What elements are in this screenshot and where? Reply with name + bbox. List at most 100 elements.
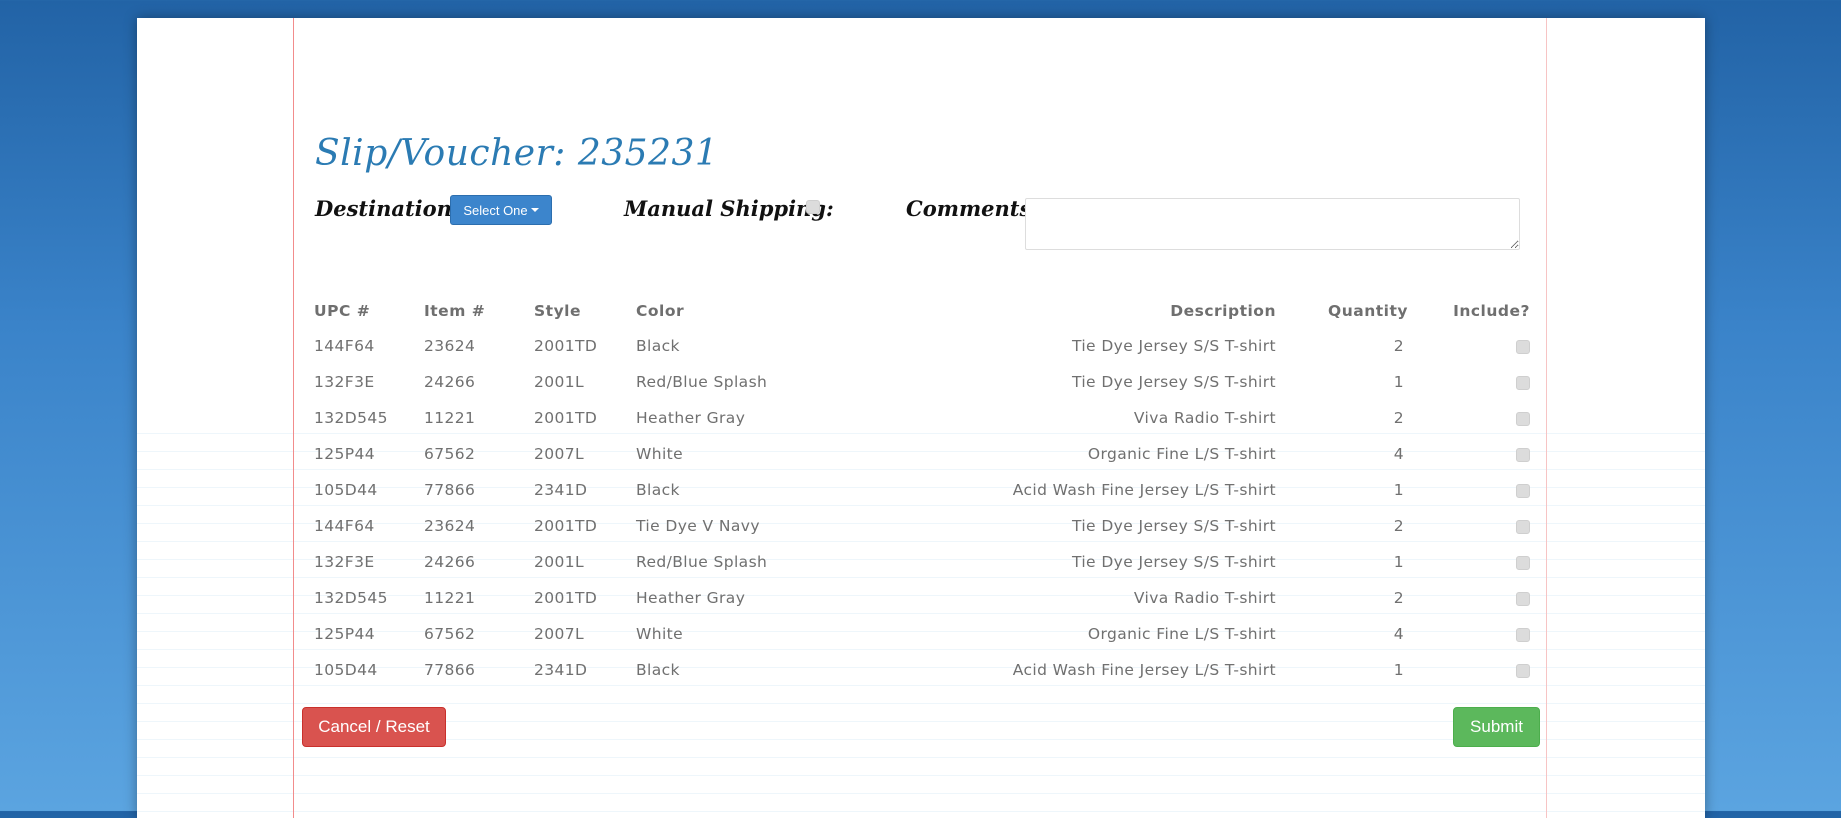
column-header-color: Color: [636, 302, 685, 320]
table-row: 144F64 23624 2001TD Tie Dye V Navy Tie Dye J…: [308, 508, 1536, 544]
cell-description: Viva Radio T-shirt: [1133, 589, 1276, 607]
cell-description: Acid Wash Fine Jersey L/S T-shirt: [1012, 661, 1276, 679]
cell-color: Heather Gray: [636, 409, 746, 427]
manual-shipping-label: Manual Shipping:: [624, 196, 834, 221]
cell-item: 11221: [424, 589, 476, 607]
cell-color: White: [636, 445, 684, 463]
column-header-description: Description: [1170, 302, 1276, 320]
table-row: 105D44 77866 2341D Black Acid Wash Fine Jers…: [308, 472, 1536, 508]
cell-style: 2007L: [534, 445, 585, 463]
cell-description: Viva Radio T-shirt: [1133, 409, 1276, 427]
cell-color: Red/Blue Splash: [636, 373, 768, 391]
cell-item: 67562: [424, 625, 476, 643]
cell-style: 2001TD: [534, 517, 598, 535]
cell-style: 2001L: [534, 553, 585, 571]
cancel-reset-button[interactable]: Cancel / Reset: [302, 707, 446, 747]
cell-item: 11221: [424, 409, 476, 427]
cell-quantity: 4: [1393, 625, 1404, 643]
cell-color: Black: [636, 661, 680, 679]
cell-upc: 144F64: [314, 517, 375, 535]
include-checkbox[interactable]: [1516, 519, 1530, 534]
cell-color: Tie Dye V Navy: [636, 517, 760, 535]
cell-upc: 105D44: [314, 661, 378, 679]
cell-style: 2001TD: [534, 337, 598, 355]
include-checkbox[interactable]: [1516, 483, 1530, 498]
cell-upc: 125P44: [314, 445, 376, 463]
include-checkbox[interactable]: [1516, 375, 1530, 390]
cell-item: 24266: [424, 373, 476, 391]
cell-quantity: 1: [1393, 373, 1404, 391]
cell-quantity: 2: [1393, 409, 1404, 427]
include-checkbox[interactable]: [1516, 555, 1530, 570]
cell-style: 2007L: [534, 625, 585, 643]
cell-description: Organic Fine L/S T-shirt: [1087, 445, 1276, 463]
cell-item: 77866: [424, 481, 476, 499]
destination-select[interactable]: Select One: [450, 195, 552, 225]
cell-style: 2341D: [534, 661, 588, 679]
cell-style: 2001L: [534, 373, 585, 391]
cell-upc: 105D44: [314, 481, 378, 499]
cell-style: 2341D: [534, 481, 588, 499]
comments-field[interactable]: [1025, 198, 1520, 250]
cell-include: [1414, 436, 1536, 472]
cell-upc: 132F3E: [314, 553, 375, 571]
cell-item: 67562: [424, 445, 476, 463]
cell-include: [1414, 508, 1536, 544]
cell-quantity: 4: [1393, 445, 1404, 463]
include-checkbox[interactable]: [1516, 591, 1530, 606]
cell-quantity: 1: [1393, 661, 1404, 679]
cell-include: [1414, 328, 1536, 364]
cell-description: Tie Dye Jersey S/S T-shirt: [1071, 373, 1276, 391]
cell-style: 2001TD: [534, 589, 598, 607]
include-checkbox[interactable]: [1516, 339, 1530, 354]
manual-shipping-checkbox[interactable]: [806, 200, 820, 214]
cell-quantity: 2: [1393, 589, 1404, 607]
table-row: 132F3E 24266 2001L Red/Blue Splash Tie Dye J…: [308, 544, 1536, 580]
column-header-include: Include?: [1453, 302, 1530, 320]
cell-include: [1414, 616, 1536, 652]
include-checkbox[interactable]: [1516, 447, 1530, 462]
table-row: 105D44 77866 2341D Black Acid Wash Fine Jers…: [308, 652, 1536, 688]
table-row: 144F64 23624 2001TD Black Tie Dye Jersey S/S…: [308, 328, 1536, 364]
submit-button[interactable]: Submit: [1453, 707, 1540, 747]
cell-quantity: 1: [1393, 481, 1404, 499]
table-row: 125P44 67562 2007L White Organic Fine L/S T-…: [308, 436, 1536, 472]
include-checkbox[interactable]: [1516, 627, 1530, 642]
cell-description: Organic Fine L/S T-shirt: [1087, 625, 1276, 643]
cell-upc: 144F64: [314, 337, 375, 355]
cell-item: 23624: [424, 517, 476, 535]
cell-description: Acid Wash Fine Jersey L/S T-shirt: [1012, 481, 1276, 499]
cell-description: Tie Dye Jersey S/S T-shirt: [1071, 553, 1276, 571]
cell-upc: 132D545: [314, 589, 388, 607]
column-header-style: Style: [534, 302, 582, 320]
destination-label: Destination:: [315, 196, 460, 221]
cell-item: 23624: [424, 337, 476, 355]
cell-include: [1414, 400, 1536, 436]
cell-item: 77866: [424, 661, 476, 679]
table-row: 132F3E 24266 2001L Red/Blue Splash Tie Dye J…: [308, 364, 1536, 400]
cell-include: [1414, 544, 1536, 580]
cell-include: [1414, 580, 1536, 616]
column-header-upc: UPC #: [314, 302, 371, 320]
column-header-item: Item #: [424, 302, 486, 320]
cell-upc: 125P44: [314, 625, 376, 643]
include-checkbox[interactable]: [1516, 663, 1530, 678]
paper-panel: Slip/Voucher: 235231 Destination: Select…: [137, 18, 1705, 818]
column-header-quantity: Quantity: [1328, 302, 1408, 320]
cell-include: [1414, 652, 1536, 688]
items-table-body: 144F64 23624 2001TD Black Tie Dye Jersey S/S…: [308, 328, 1536, 688]
cell-color: Black: [636, 481, 680, 499]
cell-description: Tie Dye Jersey S/S T-shirt: [1071, 337, 1276, 355]
cell-quantity: 2: [1393, 517, 1404, 535]
table-header-row: UPC # Item # Style Color Description Qua…: [308, 294, 1536, 328]
cell-color: Black: [636, 337, 680, 355]
cell-upc: 132F3E: [314, 373, 375, 391]
destination-select-label: Select One: [463, 202, 528, 218]
cell-include: [1414, 364, 1536, 400]
cell-color: White: [636, 625, 684, 643]
page-title: Slip/Voucher: 235231: [315, 133, 719, 174]
chevron-down-icon: [530, 208, 539, 212]
cell-color: Red/Blue Splash: [636, 553, 768, 571]
cell-quantity: 2: [1393, 337, 1404, 355]
include-checkbox[interactable]: [1516, 411, 1530, 426]
